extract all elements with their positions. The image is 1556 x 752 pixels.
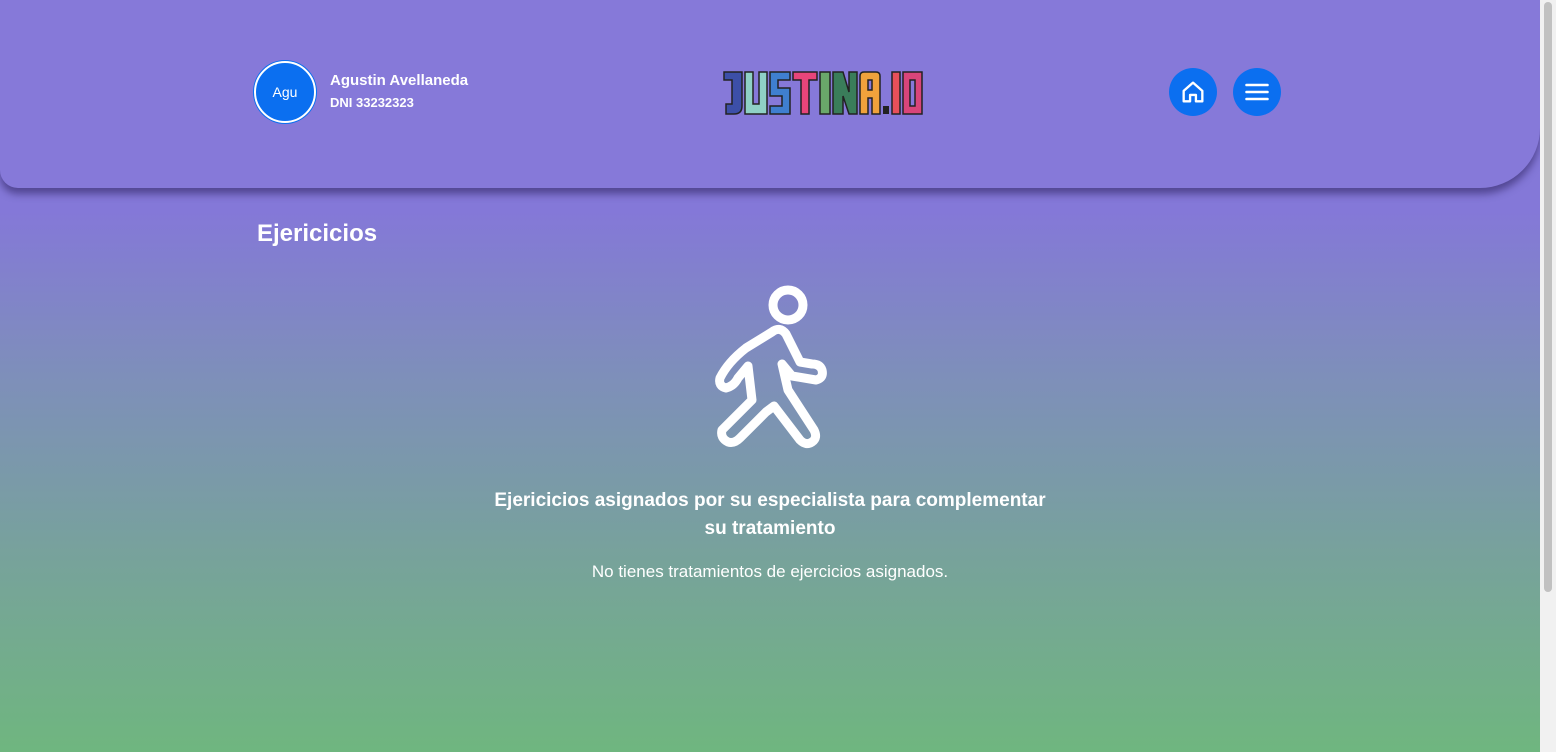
user-info: Agustin Avellaneda DNI 33232323 bbox=[330, 71, 468, 113]
home-button[interactable] bbox=[1169, 68, 1217, 116]
justina-logo[interactable] bbox=[722, 66, 924, 118]
avatar[interactable]: Agu bbox=[254, 61, 316, 123]
header-bar: Agu Agustin Avellaneda DNI 33232323 bbox=[0, 0, 1540, 188]
section-subtitle: Ejericicios asignados por su especialist… bbox=[494, 490, 1046, 539]
home-icon bbox=[1182, 81, 1204, 103]
menu-button[interactable] bbox=[1233, 68, 1281, 116]
page-title: Ejericicios bbox=[257, 220, 378, 247]
vertical-scrollbar[interactable] bbox=[1540, 0, 1556, 752]
person-walking-icon bbox=[715, 285, 827, 449]
hamburger-menu-icon bbox=[1245, 83, 1269, 101]
scrollbar-thumb[interactable] bbox=[1544, 2, 1552, 592]
user-dni: DNI 33232323 bbox=[330, 95, 414, 110]
empty-state-message: No tienes tratamientos de ejercicios asi… bbox=[591, 562, 949, 581]
user-name: Agustin Avellaneda bbox=[330, 72, 469, 89]
app-viewport: Agu Agustin Avellaneda DNI 33232323 Ejer… bbox=[0, 0, 1540, 752]
user-profile[interactable]: Agu Agustin Avellaneda DNI 33232323 bbox=[254, 61, 468, 123]
